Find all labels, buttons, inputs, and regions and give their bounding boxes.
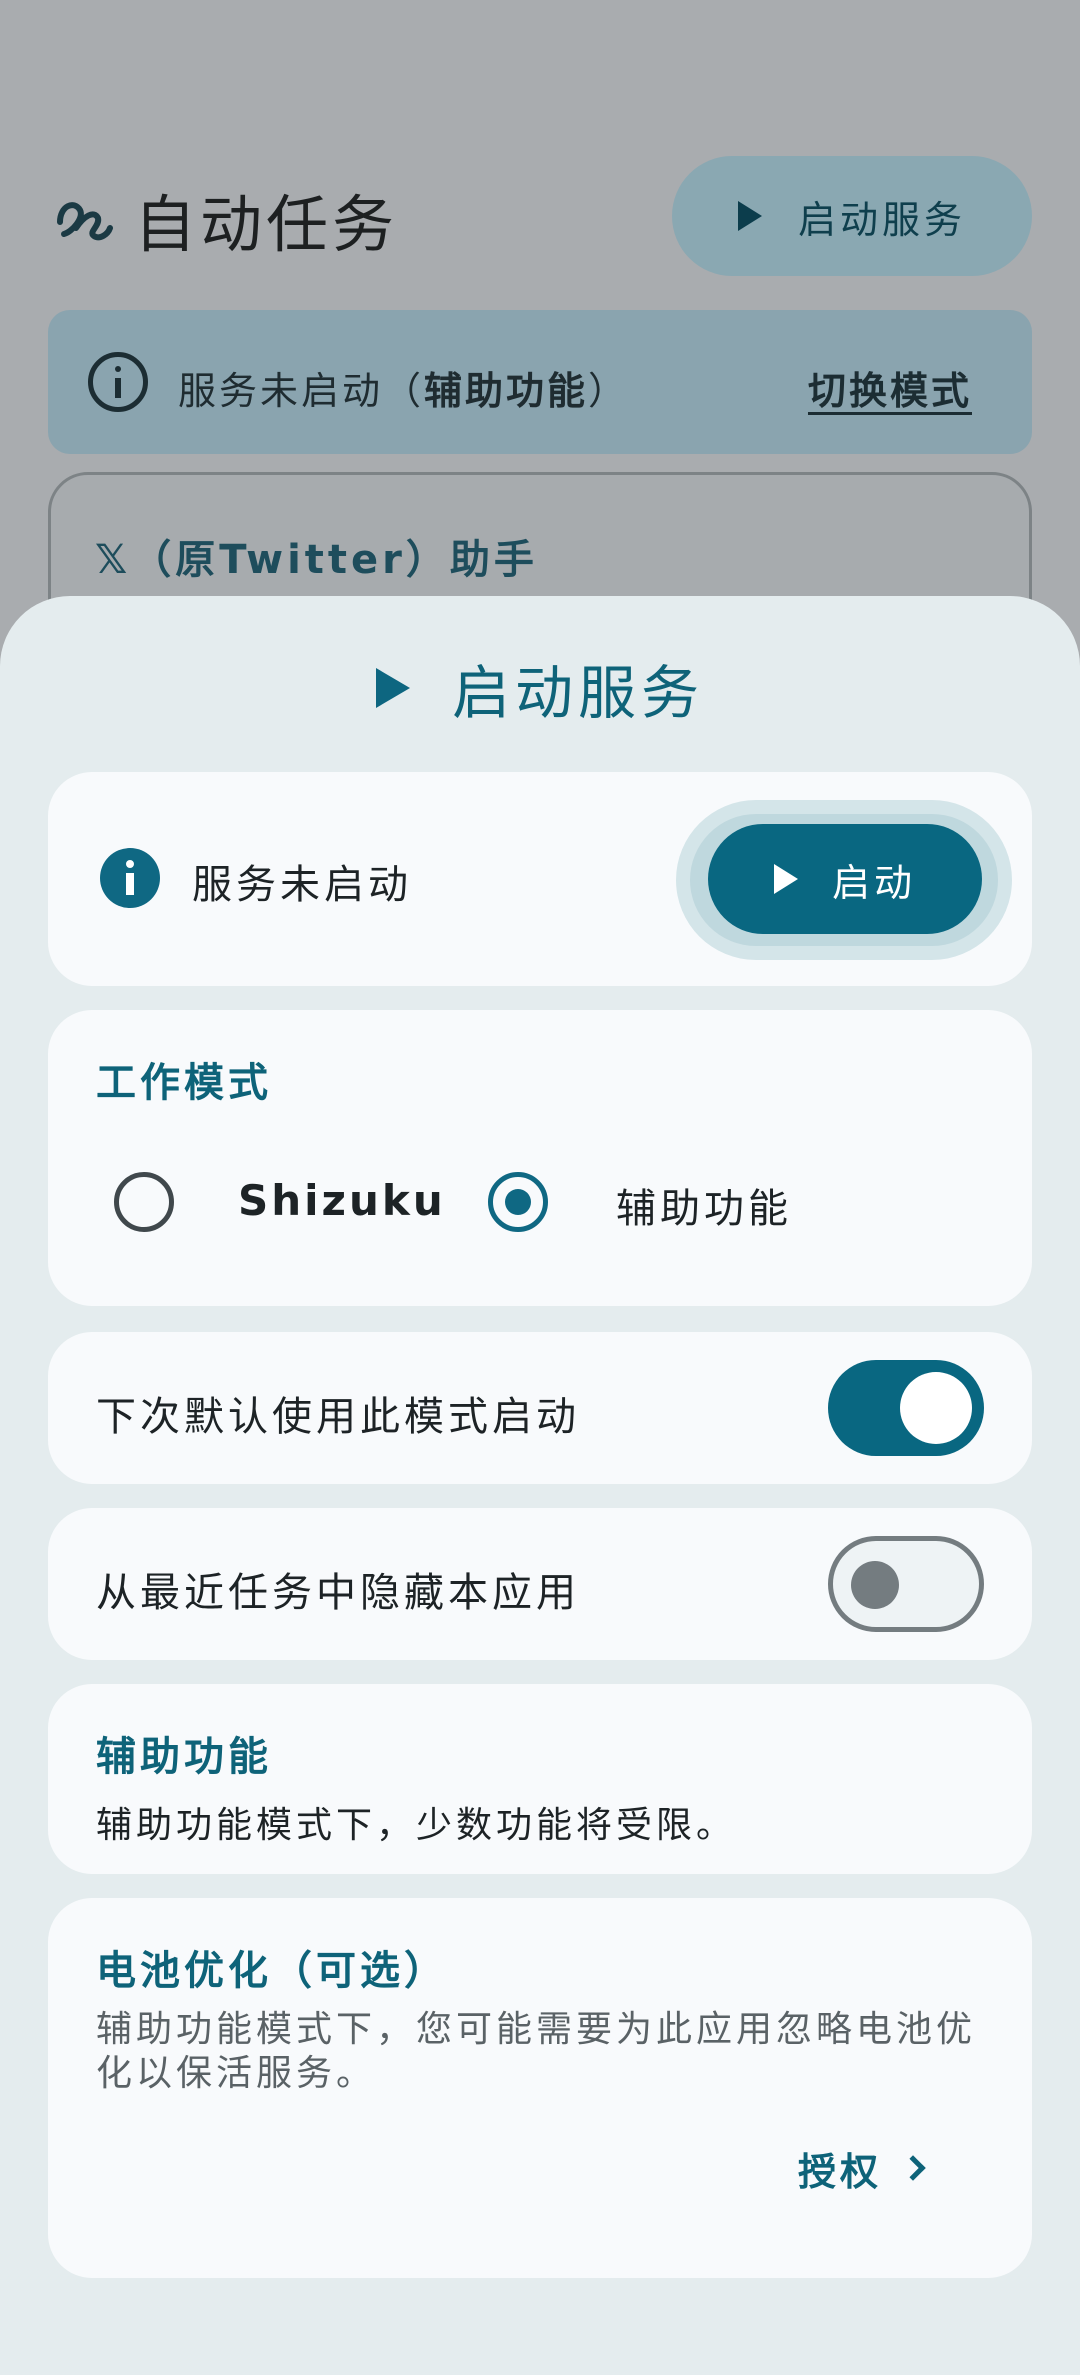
hide-recents-toggle[interactable] <box>828 1536 984 1632</box>
accessibility-info-description: 辅助功能模式下，少数功能将受限。 <box>96 1805 737 1846</box>
app-header: 自动任务 启动服务 <box>54 152 1034 282</box>
radio-shizuku-label[interactable]: Shizuku <box>238 1176 446 1225</box>
play-icon <box>737 201 762 231</box>
sheet-title: 启动服务 <box>0 648 1080 728</box>
chevron-right-icon <box>900 2155 926 2181</box>
toggle-knob <box>851 1561 899 1609</box>
info-icon <box>100 848 160 908</box>
service-status-text: 服务未启动（辅助功能） <box>178 360 629 415</box>
radio-accessibility-label[interactable]: 辅助功能 <box>616 1176 792 1234</box>
service-status-card: 服务未启动 启动 <box>48 772 1032 986</box>
service-status-label: 服务未启动 <box>192 862 412 908</box>
battery-optimization-title: 电池优化（可选） <box>96 1948 448 1994</box>
play-icon <box>773 864 798 894</box>
radio-accessibility[interactable] <box>488 1172 548 1232</box>
radio-shizuku[interactable] <box>114 1172 174 1232</box>
play-icon <box>375 668 410 708</box>
default-mode-toggle[interactable] <box>828 1360 984 1456</box>
default-mode-row[interactable]: 下次默认使用此模式启动 <box>48 1332 1032 1484</box>
status-text-prefix: 服务未启动（ <box>178 369 425 413</box>
service-status-banner: 服务未启动（辅助功能） 切换模式 <box>48 310 1032 454</box>
work-mode-title: 工作模式 <box>96 1060 272 1106</box>
status-text-mode: 辅助功能 <box>424 369 589 413</box>
accessibility-info-title: 辅助功能 <box>96 1734 272 1780</box>
start-service-chip-label: 启动服务 <box>797 197 966 242</box>
info-icon <box>88 352 148 412</box>
app-title: 自动任务 <box>134 188 399 261</box>
grant-button-label: 授权 <box>797 2149 882 2194</box>
battery-optimization-card: 电池优化（可选） 辅助功能模式下，您可能需要为此应用忽略电池优化以保活服务。 授… <box>48 1898 1032 2278</box>
work-mode-card: 工作模式 Shizuku 辅助功能 <box>48 1010 1032 1306</box>
toggle-knob <box>900 1372 972 1444</box>
default-mode-label: 下次默认使用此模式启动 <box>96 1394 580 1440</box>
accessibility-info-card: 辅助功能 辅助功能模式下，少数功能将受限。 <box>48 1684 1032 1874</box>
battery-optimization-description: 辅助功能模式下，您可能需要为此应用忽略电池优化以保活服务。 <box>96 2009 977 2094</box>
hide-recents-row[interactable]: 从最近任务中隐藏本应用 <box>48 1508 1032 1660</box>
x-assistant-title: 𝕏（原Twitter）助手 <box>95 537 538 583</box>
start-button-label: 启动 <box>831 860 916 905</box>
app-logo-icon <box>57 202 113 241</box>
status-text-suffix: ） <box>588 369 630 413</box>
sheet-title-label: 启动服务 <box>451 659 704 727</box>
start-service-sheet: 启动服务 服务未启动 启动 工作模式 Shizuku 辅助功能 下次默认使用此模… <box>0 596 1080 2375</box>
start-button[interactable]: 启动 <box>708 824 982 934</box>
grant-button[interactable]: 授权 <box>797 2138 926 2198</box>
hide-recents-label: 从最近任务中隐藏本应用 <box>96 1570 580 1616</box>
start-service-chip[interactable]: 启动服务 <box>672 156 1032 276</box>
switch-mode-link[interactable]: 切换模式 <box>808 360 972 415</box>
